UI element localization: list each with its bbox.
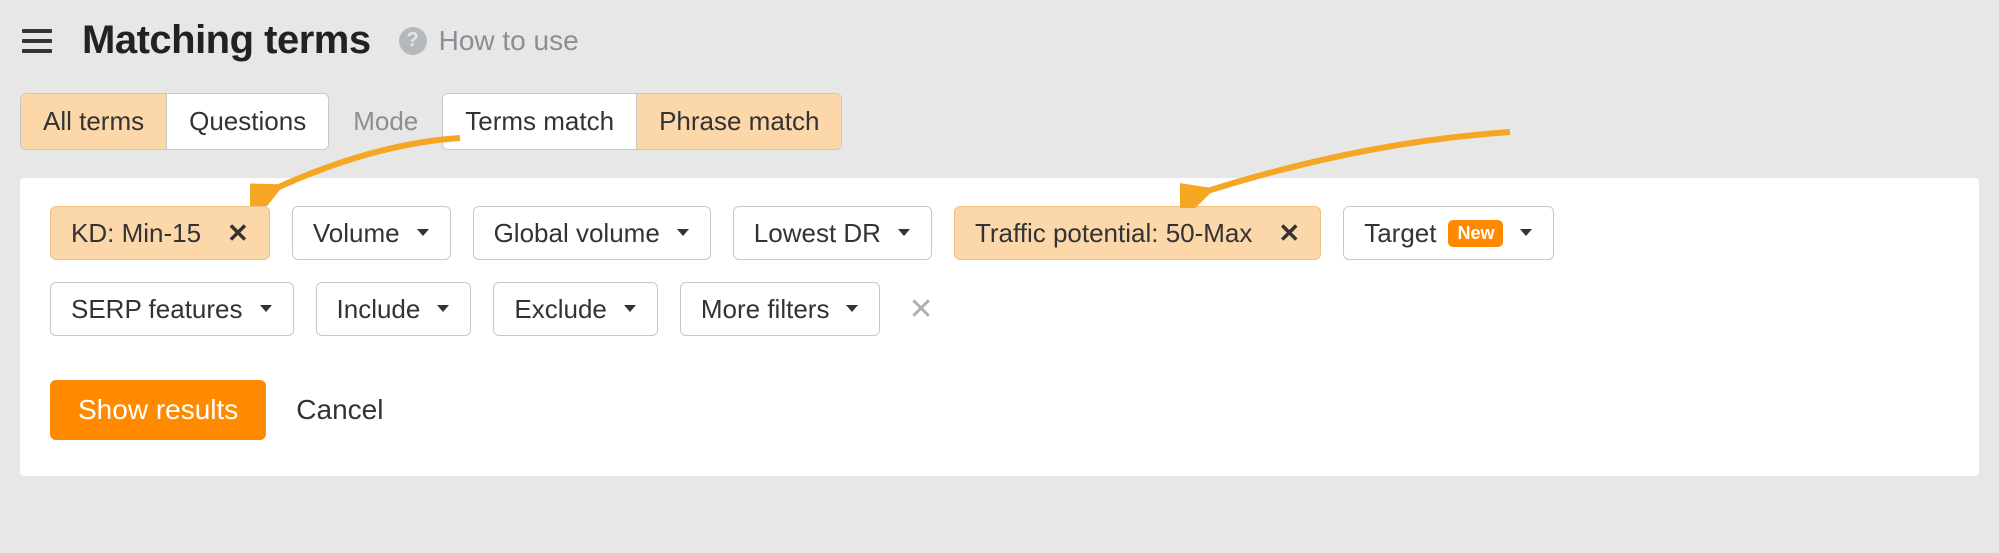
chevron-down-icon xyxy=(416,228,430,238)
chevron-down-icon xyxy=(845,304,859,314)
cancel-button[interactable]: Cancel xyxy=(296,394,383,426)
new-badge: New xyxy=(1448,220,1503,247)
chevron-down-icon xyxy=(897,228,911,238)
chevron-down-icon xyxy=(623,304,637,314)
filter-kd[interactable]: KD: Min-15 ✕ xyxy=(50,206,270,260)
chevron-down-icon xyxy=(1519,228,1533,238)
filter-target[interactable]: Target New xyxy=(1343,206,1554,260)
filter-global-volume[interactable]: Global volume xyxy=(473,206,711,260)
filter-traffic-potential[interactable]: Traffic potential: 50-Max ✕ xyxy=(954,206,1321,260)
filter-global-volume-label: Global volume xyxy=(494,218,660,249)
filter-serp-features-label: SERP features xyxy=(71,294,243,325)
filter-exclude-label: Exclude xyxy=(514,294,607,325)
terms-toggle: All terms Questions xyxy=(20,93,329,150)
how-to-use-label: How to use xyxy=(439,25,579,57)
page-title: Matching terms xyxy=(82,18,371,63)
chevron-down-icon xyxy=(259,304,273,314)
filter-kd-label: KD: Min-15 xyxy=(71,218,201,249)
filter-panel: KD: Min-15 ✕ Volume Global volume Lowest… xyxy=(20,178,1979,476)
filter-volume-label: Volume xyxy=(313,218,400,249)
filter-more-filters[interactable]: More filters xyxy=(680,282,881,336)
filter-traffic-potential-label: Traffic potential: 50-Max xyxy=(975,218,1252,249)
filter-volume[interactable]: Volume xyxy=(292,206,451,260)
clear-filters-icon[interactable]: ✕ xyxy=(902,292,939,327)
filter-serp-features[interactable]: SERP features xyxy=(50,282,294,336)
menu-icon[interactable] xyxy=(20,25,54,57)
mode-label: Mode xyxy=(353,106,418,137)
filter-exclude[interactable]: Exclude xyxy=(493,282,658,336)
how-to-use-link[interactable]: ? How to use xyxy=(399,25,579,57)
tab-all-terms[interactable]: All terms xyxy=(21,94,167,149)
filter-lowest-dr[interactable]: Lowest DR xyxy=(733,206,932,260)
filter-include-label: Include xyxy=(337,294,421,325)
show-results-button[interactable]: Show results xyxy=(50,380,266,440)
help-icon: ? xyxy=(399,27,427,55)
close-icon[interactable]: ✕ xyxy=(227,220,249,246)
chevron-down-icon xyxy=(676,228,690,238)
tab-questions[interactable]: Questions xyxy=(167,94,328,149)
filter-more-filters-label: More filters xyxy=(701,294,830,325)
chevron-down-icon xyxy=(436,304,450,314)
filter-target-label: Target xyxy=(1364,218,1436,249)
filter-include[interactable]: Include xyxy=(316,282,472,336)
mode-toggle: Terms match Phrase match xyxy=(442,93,842,150)
filter-lowest-dr-label: Lowest DR xyxy=(754,218,881,249)
close-icon[interactable]: ✕ xyxy=(1278,220,1300,246)
tab-terms-match[interactable]: Terms match xyxy=(443,94,637,149)
tab-phrase-match[interactable]: Phrase match xyxy=(637,94,841,149)
